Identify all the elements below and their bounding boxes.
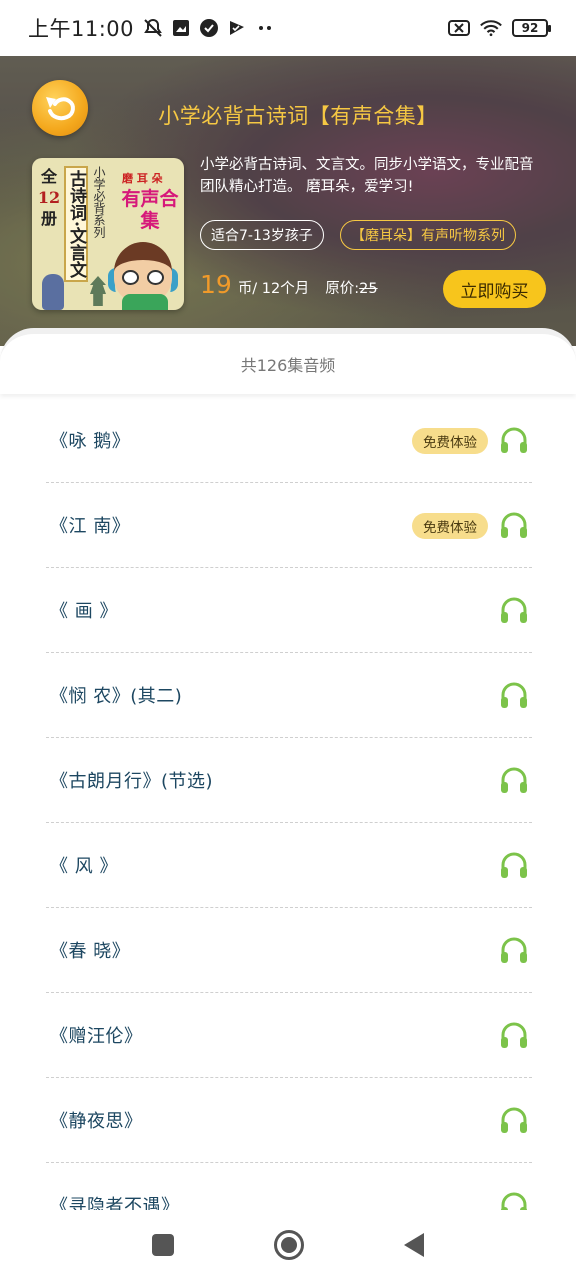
cover-subtitle: 小学必背系列	[92, 166, 106, 238]
headphones-icon[interactable]	[498, 509, 530, 541]
free-trial-badge: 免费体验	[412, 428, 488, 454]
episode-count: 共126集音频	[240, 356, 336, 375]
episode-count-bar: 共126集音频	[0, 328, 576, 394]
episode-title: 《古朗月行》(节选)	[50, 771, 214, 792]
status-notification-icons	[142, 17, 276, 39]
more-dots-icon	[254, 17, 276, 39]
cover-pagoda-illustration	[90, 276, 106, 306]
home-button[interactable]	[274, 1230, 304, 1260]
headphones-icon[interactable]	[498, 1019, 530, 1051]
episode-row[interactable]: 《赠汪伦》	[46, 993, 532, 1078]
episode-row[interactable]: 《寻隐者不遇》	[46, 1163, 532, 1210]
price-row: 19 币/ 12个月 原价: 25	[200, 270, 378, 299]
episode-title: 《 风 》	[50, 856, 118, 877]
cover-big-text: 有声合集	[121, 188, 179, 232]
headphones-icon[interactable]	[498, 1104, 530, 1136]
episode-title: 《静夜思》	[50, 1111, 143, 1132]
episode-row[interactable]: 《古朗月行》(节选)	[46, 738, 532, 823]
album-description: 小学必背古诗词、文言文。同步小学语文，专业配音团队精心打造。 磨耳朵，爱学习!	[200, 157, 534, 195]
episode-row[interactable]: 《春 晓》	[46, 908, 532, 993]
mute-bell-icon	[142, 17, 164, 39]
back-nav-button[interactable]	[404, 1233, 424, 1257]
cover-brand-tag: 磨 耳 朵	[122, 172, 163, 185]
page-title: 小学必背古诗词【有声合集】	[158, 104, 438, 128]
episode-title: 《 画 》	[50, 601, 118, 622]
status-time: 上午11:00	[28, 17, 135, 41]
episode-row[interactable]: 《静夜思》	[46, 1078, 532, 1163]
album-cover: 全 12 册 古诗词·文言文 小学必背系列 磨 耳 朵 有声合集	[32, 158, 184, 310]
cover-character-body	[122, 294, 168, 310]
cover-text: 12	[37, 188, 61, 207]
episode-title: 《春 晓》	[50, 941, 131, 962]
sim-off-icon	[448, 17, 470, 39]
cover-text: 全	[40, 167, 57, 186]
episode-row[interactable]: 《江 南》 免费体验	[46, 483, 532, 568]
episode-row[interactable]: 《 风 》	[46, 823, 532, 908]
episode-title: 《咏 鹅》	[50, 431, 131, 452]
headphones-icon[interactable]	[498, 594, 530, 626]
flag-check-icon	[226, 17, 248, 39]
headphones-icon[interactable]	[498, 849, 530, 881]
album-header: 小学必背古诗词【有声合集】 全 12 册 古诗词·文言文 小学必背系列 磨 耳 …	[0, 56, 576, 346]
status-bar: 上午11:00 92	[0, 0, 576, 56]
age-tag: 适合7-13岁孩子	[200, 220, 324, 250]
episode-row[interactable]: 《咏 鹅》 免费体验	[46, 398, 532, 483]
system-nav-bar	[0, 1210, 576, 1280]
headphones-icon[interactable]	[498, 934, 530, 966]
original-price-value: 25	[359, 281, 378, 297]
cover-child-illustration	[42, 274, 64, 310]
headphones-icon[interactable]	[498, 679, 530, 711]
status-system-icons: 92	[448, 17, 551, 39]
price-unit: 币/ 12个月	[237, 281, 310, 297]
episode-title: 《寻隐者不遇》	[50, 1196, 180, 1210]
episode-row[interactable]: 《悯 农》(其二)	[46, 653, 532, 738]
cover-text: 册	[40, 209, 57, 228]
headphones-icon[interactable]	[498, 1189, 530, 1210]
free-trial-badge: 免费体验	[412, 513, 488, 539]
cover-main-title: 古诗词·文言文	[64, 166, 88, 282]
headphones-icon[interactable]	[498, 424, 530, 456]
image-app-icon	[170, 17, 192, 39]
battery-indicator: 92	[512, 19, 551, 37]
episode-title: 《赠汪伦》	[50, 1026, 143, 1047]
episode-row[interactable]: 《 画 》	[46, 568, 532, 653]
episode-title: 《江 南》	[50, 516, 131, 537]
headphones-icon[interactable]	[498, 764, 530, 796]
recents-button[interactable]	[152, 1234, 174, 1256]
series-tag[interactable]: 【磨耳朵】有声听物系列	[340, 220, 516, 250]
cover-character-illustration	[114, 242, 172, 302]
price-value: 19	[200, 270, 232, 299]
wifi-icon	[480, 17, 502, 39]
cover-volume-count: 全 12 册	[36, 166, 62, 229]
original-price-label: 原价:	[325, 281, 360, 297]
check-circle-icon	[198, 17, 220, 39]
episode-list[interactable]: 《咏 鹅》 免费体验 《江 南》 免费体验《 画 》《悯 农》(其二) 《古朗月行》(节…	[46, 398, 532, 1210]
buy-now-button[interactable]: 立即购买	[443, 270, 546, 308]
episode-title: 《悯 农》(其二)	[50, 686, 183, 707]
